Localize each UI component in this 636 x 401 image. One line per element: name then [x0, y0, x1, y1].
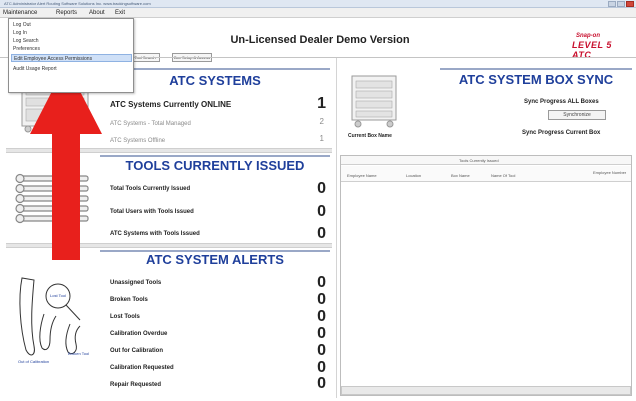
sync-all-label: Sync Progress ALL Boxes: [524, 99, 599, 105]
minimize-button[interactable]: [608, 1, 616, 7]
atc-total-value: 2: [319, 117, 324, 126]
atc-offline-label: ATC Systems Offline: [110, 138, 166, 144]
column-header[interactable]: Box Name: [451, 173, 470, 178]
tool-box-illustration: [351, 75, 397, 128]
total-tools-issued-value: 0: [317, 180, 326, 197]
alert-row-value: 0: [317, 308, 326, 325]
alert-row-value: 0: [317, 342, 326, 359]
maintenance-menu: Log Out Log In Log Search Preferences Ed…: [8, 18, 134, 93]
brand-logo: Snap-on LEVEL 5 ATC: [572, 33, 630, 60]
table-caption: Tools Currently Issued: [459, 158, 499, 163]
section-underline: [440, 68, 632, 70]
alert-row-label: Repair Requested: [110, 382, 162, 388]
atc-offline-value: 1: [319, 134, 324, 143]
alert-row-value: 0: [317, 274, 326, 291]
maximize-button[interactable]: [617, 1, 625, 7]
menu-item-audit-usage-report[interactable]: Audit Usage Report: [11, 65, 132, 73]
alert-tools-illustration: Lost Tool Broken Tool Out of Calibration: [18, 277, 89, 364]
out-of-calibration-caption: Out of Calibration: [18, 359, 49, 364]
section-underline: [100, 155, 330, 157]
alert-row-value: 0: [317, 325, 326, 342]
atc-online-value: 1: [317, 95, 326, 112]
current-box-label: Current Box Name: [348, 133, 392, 139]
column-header[interactable]: Employee Name: [347, 173, 377, 178]
menu-bar: Maintenance Reports About Exit: [0, 8, 636, 18]
menu-item-edit-employee-access[interactable]: Edit Employee Access Permissions: [11, 54, 132, 62]
column-header[interactable]: Location: [406, 173, 421, 178]
window-titlebar: ATC Administrator Alert Routing Software…: [0, 0, 636, 8]
close-button[interactable]: [626, 1, 634, 7]
alert-row-label: Broken Tools: [110, 297, 148, 303]
logo-top-text: Snap-on: [576, 33, 600, 39]
box-sync-title: ATC SYSTEM BOX SYNC: [458, 72, 614, 87]
menu-item-log-search[interactable]: Log Search: [11, 37, 132, 45]
tools-issued-title: TOOLS CURRENTLY ISSUED: [125, 158, 305, 173]
menu-item-log-out[interactable]: Log Out: [11, 21, 132, 29]
alerts-title: ATC SYSTEM ALERTS: [146, 252, 284, 267]
total-tools-issued-label: Total Tools Currently Issued: [110, 186, 191, 192]
column-header[interactable]: Employee Number: [593, 170, 627, 175]
alert-row-label: Out for Calibration: [110, 348, 163, 354]
users-with-tools-value: 0: [317, 203, 326, 220]
alert-row-value: 0: [317, 375, 326, 392]
menu-maintenance[interactable]: Maintenance: [3, 8, 37, 18]
alert-row-label: Calibration Overdue: [110, 331, 168, 337]
sync-current-label: Sync Progress Current Box: [522, 130, 601, 136]
horizontal-scrollbar[interactable]: [341, 386, 631, 395]
column-divider: [336, 58, 337, 398]
lost-tool-caption: Lost Tool: [50, 293, 66, 298]
section-underline: [100, 68, 330, 70]
synchronize-button[interactable]: Synchronize: [548, 110, 606, 120]
alert-row-label: Calibration Requested: [110, 365, 174, 371]
column-header[interactable]: Name Of Tool: [491, 173, 515, 178]
atc-systems-title: ATC SYSTEMS: [169, 73, 261, 88]
alert-row-label: Lost Tools: [110, 314, 140, 320]
systems-with-tools-label: ATC Systems with Tools Issued: [110, 231, 200, 237]
window-controls: [608, 1, 634, 7]
systems-with-tools-value: 0: [317, 225, 326, 242]
red-arrow-icon: [30, 64, 102, 260]
menu-about[interactable]: About: [89, 8, 105, 18]
tools-issued-table: Tools Currently Issued Employee Name Loc…: [340, 155, 632, 396]
users-with-tools-label: Total Users with Tools Issued: [110, 209, 194, 215]
menu-exit[interactable]: Exit: [115, 8, 125, 18]
menu-item-log-in[interactable]: Log In: [11, 29, 132, 37]
broken-tool-caption: Broken Tool: [68, 351, 89, 356]
menu-reports[interactable]: Reports: [56, 8, 77, 18]
atc-total-label: ATC Systems - Total Managed: [110, 121, 191, 127]
atc-online-label: ATC Systems Currently ONLINE: [110, 100, 232, 109]
page-title: Un-Licensed Dealer Demo Version: [230, 34, 410, 46]
alert-row-value: 0: [317, 291, 326, 308]
menu-item-preferences[interactable]: Preferences: [11, 45, 132, 53]
alert-row-label: Unassigned Tools: [110, 280, 162, 286]
window-title: ATC Administrator Alert Routing Software…: [4, 1, 151, 6]
